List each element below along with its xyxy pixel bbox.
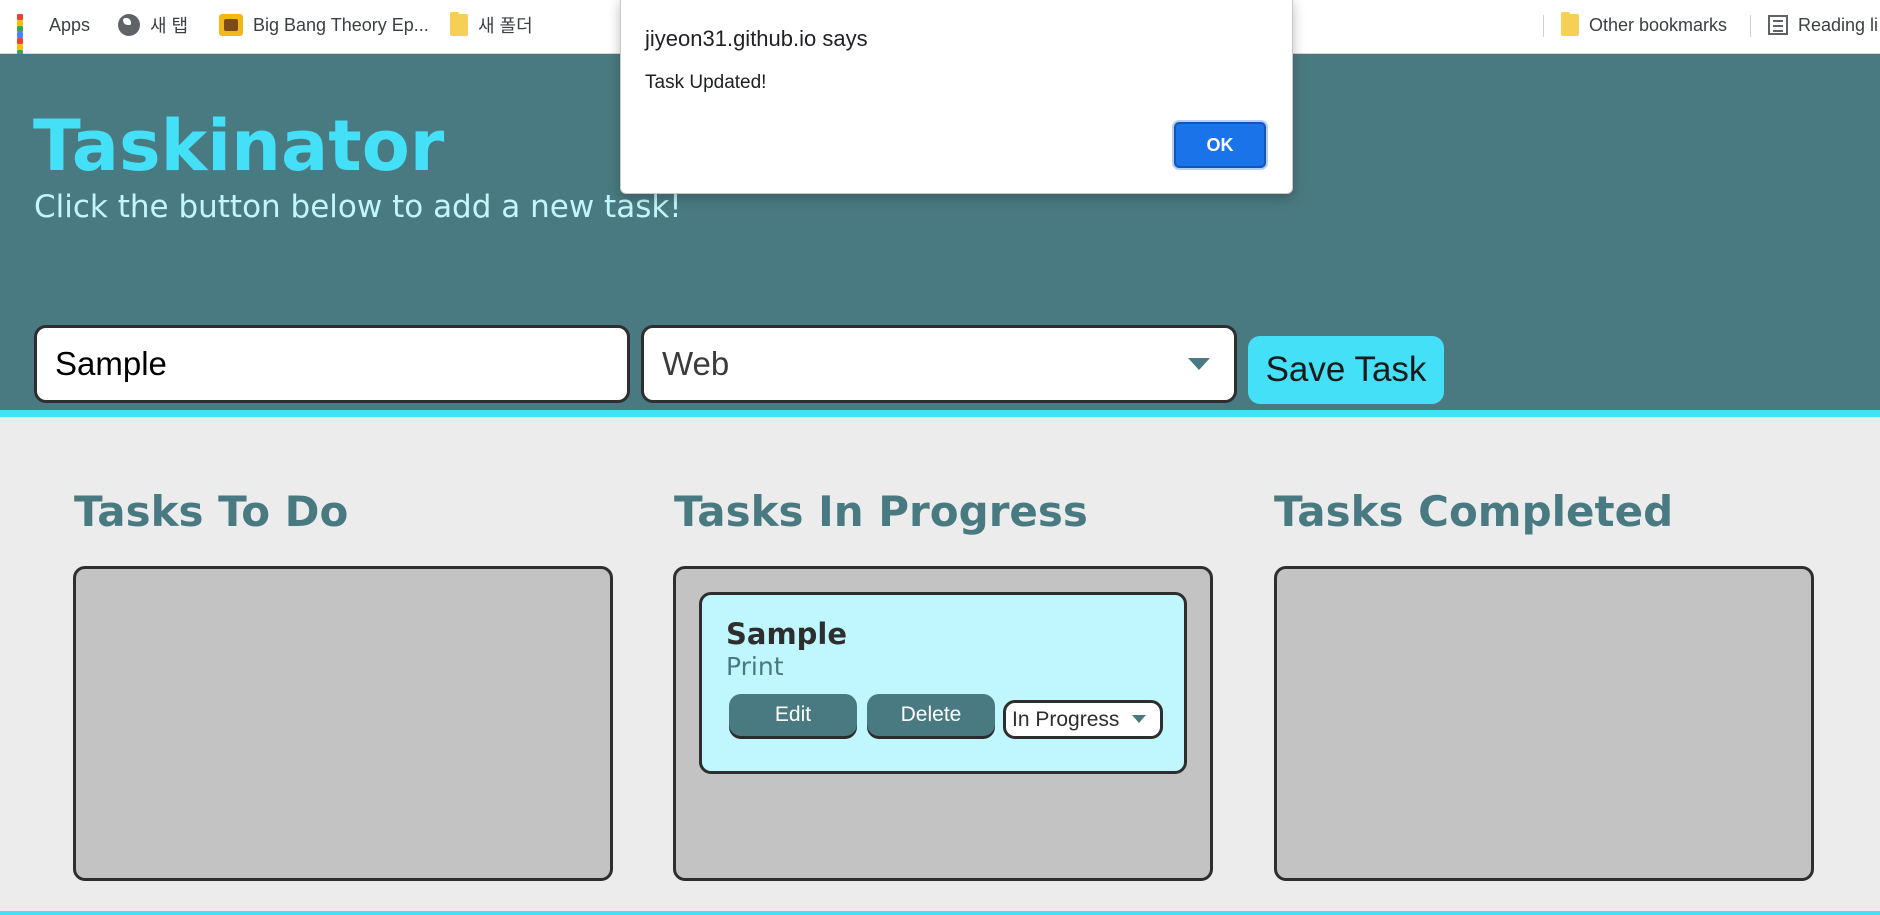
bookmark-reading-list[interactable]: Reading li <box>1768 11 1878 39</box>
folder-icon <box>450 12 468 36</box>
bookmark-apps-label: Apps <box>49 14 91 35</box>
task-card-type: Print <box>726 652 784 681</box>
column-title-completed: Tasks Completed <box>1274 487 1674 536</box>
apps-grid-icon <box>17 14 39 68</box>
task-status-select[interactable]: In Progress <box>1003 700 1163 739</box>
tasks-todo-list <box>73 566 613 881</box>
bookmark-new-folder-label: 새 폴더 <box>478 16 533 36</box>
task-type-value: Web <box>662 345 730 382</box>
alert-dialog-message: Task Updated! <box>645 72 767 93</box>
bookmark-apps[interactable]: Apps <box>17 11 91 68</box>
chevron-down-icon <box>1188 358 1210 370</box>
reading-list-icon <box>1768 15 1788 35</box>
page-subtitle: Click the button below to add a new task… <box>34 189 682 225</box>
bookmarks-separator <box>1750 15 1751 37</box>
bookmark-big-bang[interactable]: Big Bang Theory Ep... <box>219 11 429 39</box>
chevron-down-icon <box>1132 715 1146 723</box>
task-card-name: Sample <box>726 617 848 651</box>
alert-dialog-title: jiyeon31.github.io says <box>645 26 868 51</box>
site-favicon-icon <box>219 14 243 36</box>
alert-dialog: jiyeon31.github.io says Task Updated! OK <box>620 0 1293 194</box>
bookmarks-separator <box>1543 15 1544 37</box>
bookmark-new-tab-label: 새 탭 <box>150 16 189 36</box>
ok-button[interactable]: OK <box>1174 122 1266 168</box>
column-title-in-progress: Tasks In Progress <box>674 487 1088 536</box>
task-name-input[interactable] <box>34 325 630 403</box>
edit-task-button[interactable]: Edit <box>729 694 857 736</box>
save-task-button[interactable]: Save Task <box>1248 336 1444 404</box>
bookmark-other[interactable]: Other bookmarks <box>1561 11 1727 39</box>
bookmark-new-folder[interactable]: 새 폴더 <box>450 11 533 39</box>
delete-task-button[interactable]: Delete <box>867 694 995 736</box>
bookmark-reading-label: Reading li <box>1798 14 1879 35</box>
bookmark-new-tab[interactable]: 새 탭 <box>118 11 188 39</box>
task-card: Sample Print Edit Delete In Progress <box>699 592 1187 774</box>
tasks-completed-list <box>1274 566 1814 881</box>
task-type-select[interactable]: Web <box>641 325 1237 403</box>
footer-divider <box>0 911 1880 915</box>
task-status-value: In Progress <box>1012 707 1120 731</box>
bookmark-other-label: Other bookmarks <box>1589 14 1728 35</box>
globe-icon <box>118 14 140 36</box>
folder-icon <box>1561 12 1579 36</box>
page-title: Taskinator <box>33 105 445 187</box>
bookmark-big-bang-label: Big Bang Theory Ep... <box>253 14 429 35</box>
column-title-todo: Tasks To Do <box>74 487 349 536</box>
